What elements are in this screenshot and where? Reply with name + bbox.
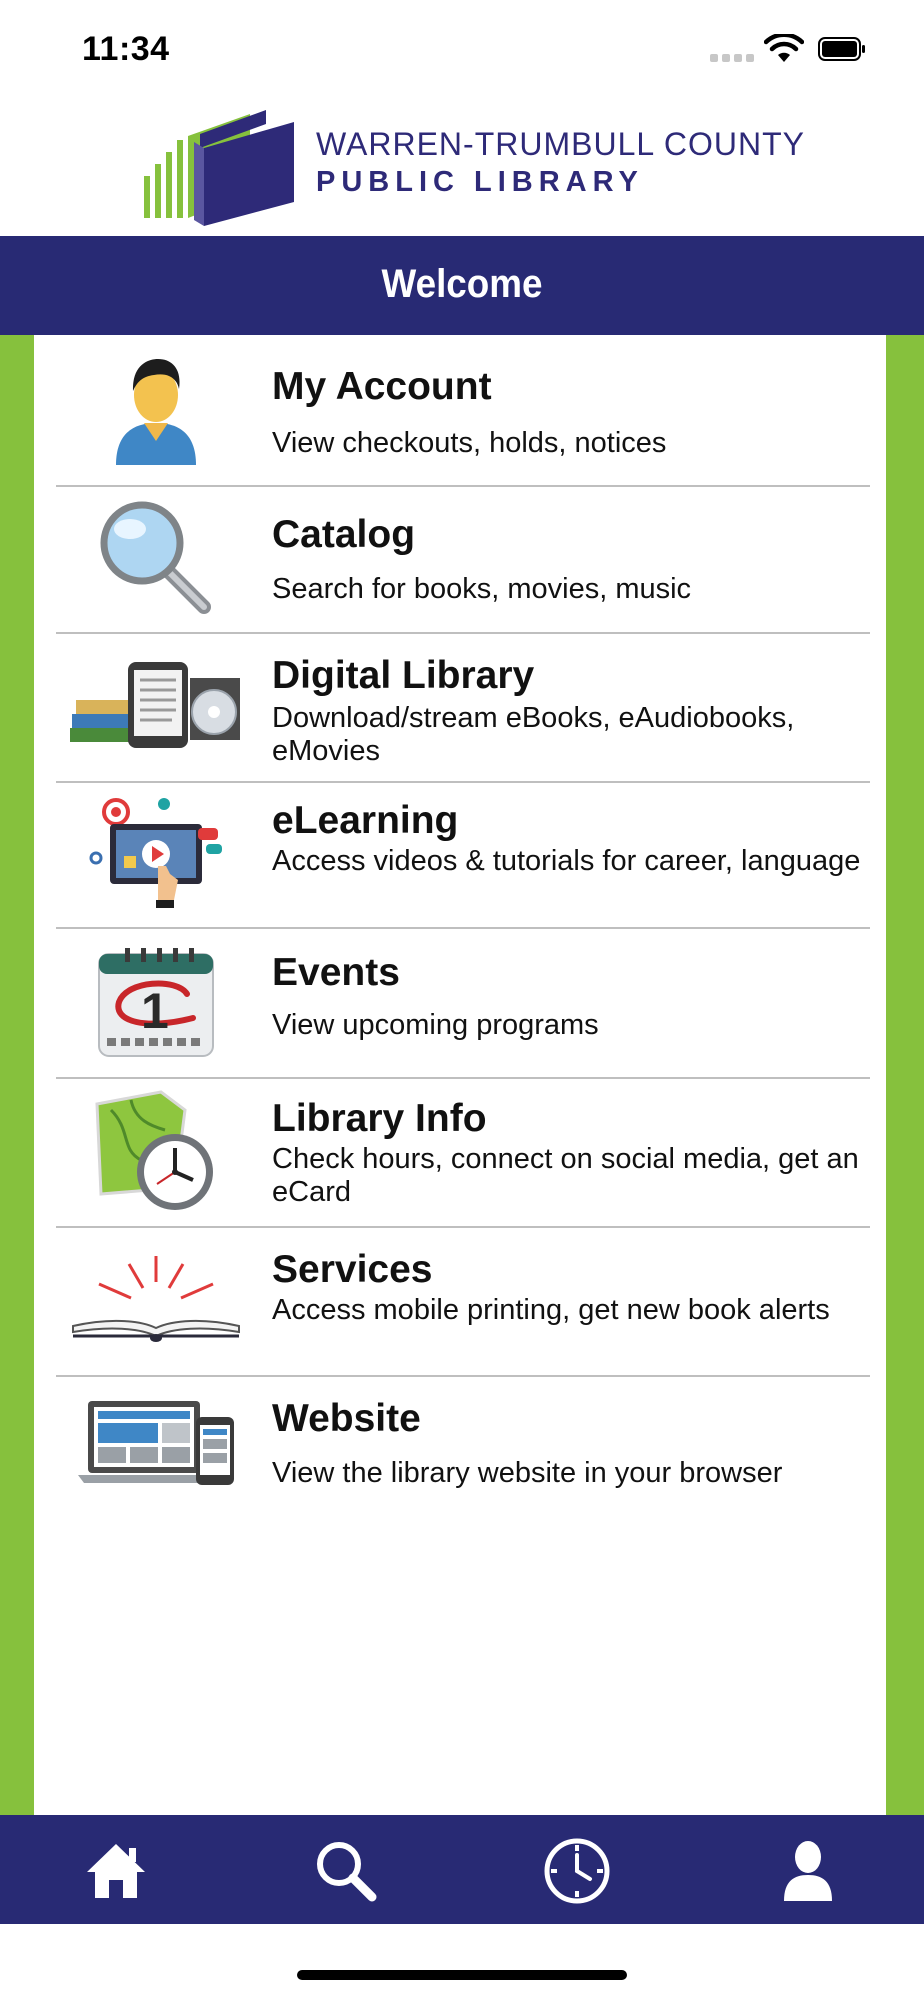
menu-item-title: Library Info [272,1097,487,1140]
tab-search[interactable] [306,1831,386,1911]
menu-item-description: Download/stream eBooks, eAudiobooks, eMo… [272,702,795,767]
logo-text-library: PUBLIC LIBRARY [316,166,644,198]
menu-item-library-info[interactable]: Library Info Check hours, connect on soc… [56,1079,870,1228]
menu-item-description: Access mobile printing, get new book ale… [272,1294,830,1326]
calendar-icon: 1 [66,941,246,1063]
welcome-bar: Welcome [0,236,924,335]
right-rail [886,335,924,1815]
page-title: Welcome [381,262,543,306]
main-menu: My Account View checkouts, holds, notice… [34,335,886,1815]
menu-item-description: Search for books, movies, music [272,573,692,605]
menu-item-catalog[interactable]: Catalog Search for books, movies, music [56,487,870,634]
bottom-tab-bar [0,1815,924,1924]
left-rail [0,335,34,1815]
devices-icon [66,1393,246,1493]
profile-icon [784,1841,832,1901]
menu-item-description: View checkouts, holds, notices [272,427,667,459]
menu-item-title: eLearning [272,799,459,842]
menu-item-my-account[interactable]: My Account View checkouts, holds, notice… [56,335,870,487]
logo-text-county: WARREN-TRUMBULL COUNTY [316,126,805,162]
wifi-icon [764,34,804,62]
tab-home[interactable] [76,1831,156,1911]
digital-library-icon [66,654,246,754]
menu-item-title: Website [272,1397,421,1440]
clock-icon [544,1838,610,1904]
open-book-icon [66,1248,246,1348]
map-clock-icon [66,1087,246,1217]
menu-item-elearning[interactable]: eLearning Access videos & tutorials for … [56,783,870,929]
cellular-signal-icon [710,54,754,62]
tab-account[interactable] [768,1831,848,1911]
menu-item-description: View upcoming programs [272,1009,599,1041]
search-icon [317,1842,377,1902]
menu-item-title: My Account [272,365,492,408]
status-time: 11:34 [82,30,170,68]
user-account-icon [66,350,246,468]
home-indicator[interactable] [297,1970,627,1980]
tab-hours[interactable] [537,1831,617,1911]
status-bar: 11:34 [0,0,924,100]
library-logo-icon [144,110,294,226]
menu-item-title: Services [272,1248,433,1291]
menu-item-description: View the library website in your browser [272,1457,783,1489]
menu-item-title: Events [272,951,400,994]
menu-item-events[interactable]: 1 Events View upcoming programs [56,929,870,1079]
menu-item-website[interactable]: Website View the library website in your… [56,1377,870,1523]
svg-text:1: 1 [141,983,169,1039]
menu-item-title: Catalog [272,513,416,556]
menu-item-digital-library[interactable]: Digital Library Download/stream eBooks, … [56,634,870,783]
magnifying-glass-icon [66,497,246,617]
menu-item-title: Digital Library [272,654,535,697]
menu-item-description: Check hours, connect on social media, ge… [272,1143,859,1208]
menu-item-services[interactable]: Services Access mobile printing, get new… [56,1228,870,1377]
home-icon [87,1844,145,1898]
elearning-icon [66,795,246,913]
battery-icon [818,37,865,61]
menu-item-description: Access videos & tutorials for career, la… [272,845,861,877]
